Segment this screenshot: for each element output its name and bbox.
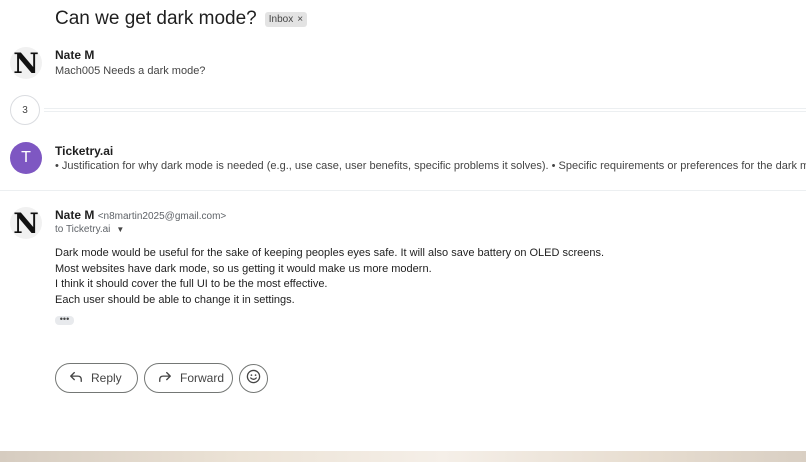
collapsed-messages-count[interactable]: 3 <box>10 95 40 125</box>
smiley-icon <box>246 369 261 389</box>
forward-button[interactable]: Forward <box>144 363 233 393</box>
avatar[interactable]: T <box>10 142 42 174</box>
recipient-text: to Ticketry.ai <box>55 224 111 235</box>
forward-label: Forward <box>180 371 225 385</box>
avatar-glyph: N <box>13 206 39 240</box>
avatar-glyph: T <box>21 149 31 166</box>
show-trimmed-content-button[interactable]: ••• <box>55 315 74 325</box>
background-strip <box>0 451 806 462</box>
message-divider <box>0 190 806 191</box>
remove-label-icon[interactable]: × <box>297 14 303 25</box>
emoji-reaction-button[interactable] <box>239 364 268 393</box>
avatar-glyph: N <box>13 46 39 80</box>
message-snippet[interactable]: • Justification for why dark mode is nee… <box>55 160 806 172</box>
recipient-line: to Ticketry.ai ▼ <box>55 224 124 235</box>
body-line: Dark mode would be useful for the sake o… <box>55 247 605 259</box>
reply-button[interactable]: Reply <box>55 363 138 393</box>
collapsed-divider <box>44 108 806 109</box>
collapsed-divider <box>44 111 806 112</box>
label-text: Inbox <box>268 13 294 25</box>
reply-arrow-icon <box>69 370 83 387</box>
body-line: I think it should cover the full UI to b… <box>55 278 328 290</box>
message-sender[interactable]: Nate M <box>55 48 94 62</box>
thread-subject: Can we get dark mode? <box>55 8 257 29</box>
sender-email: <n8martin2025@gmail.com> <box>97 211 227 222</box>
avatar[interactable]: N <box>10 46 42 80</box>
open-message-header: Nate M <n8martin2025@gmail.com> <box>55 208 226 222</box>
forward-arrow-icon <box>158 370 172 387</box>
message-sender[interactable]: Ticketry.ai <box>55 144 113 158</box>
sender-name[interactable]: Nate M <box>55 208 94 222</box>
inbox-label-chip[interactable]: Inbox × <box>264 11 308 27</box>
message-snippet[interactable]: Mach005 Needs a dark mode? <box>55 65 205 77</box>
caret-down-icon[interactable]: ▼ <box>116 225 124 234</box>
avatar[interactable]: N <box>10 206 42 240</box>
body-line: Each user should be able to change it in… <box>55 293 295 306</box>
subject-row: Can we get dark mode? Inbox × <box>55 8 308 30</box>
body-line: Most websites have dark mode, so us gett… <box>55 262 432 275</box>
message-body: Dark mode would be useful for the sake o… <box>55 246 604 308</box>
reply-label: Reply <box>91 371 122 385</box>
